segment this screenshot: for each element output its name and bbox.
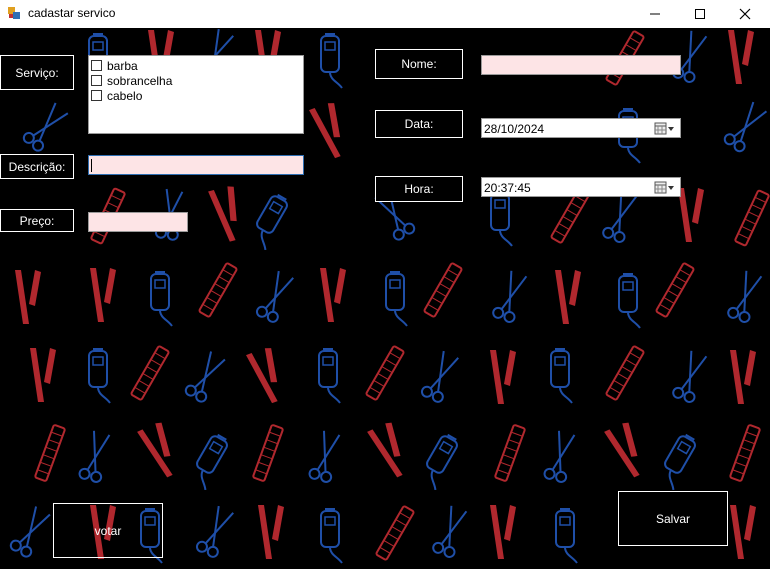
servico-label: Serviço: <box>0 55 74 90</box>
calendar-dropdown-icon[interactable] <box>654 181 676 194</box>
calendar-dropdown-icon[interactable] <box>654 122 676 135</box>
checkbox-sobrancelha[interactable] <box>91 75 102 86</box>
title-bar: cadastar servico <box>0 0 770 28</box>
servico-checklist[interactable]: barba sobrancelha cabelo <box>88 55 304 134</box>
data-picker[interactable]: 28/10/2024 <box>481 118 681 138</box>
window-title: cadastar servico <box>28 6 116 20</box>
checkbox-barba[interactable] <box>91 60 102 71</box>
maximize-icon <box>695 9 705 19</box>
data-label: Data: <box>375 110 463 138</box>
hora-value: 20:37:45 <box>484 181 531 195</box>
text-caret <box>91 159 92 172</box>
servico-option-barba[interactable]: barba <box>91 58 138 73</box>
app-form-icon <box>8 7 20 19</box>
hora-label: Hora: <box>375 176 463 202</box>
option-label: sobrancelha <box>107 73 173 88</box>
minimize-button[interactable] <box>632 0 678 28</box>
hora-picker[interactable]: 20:37:45 <box>481 177 681 197</box>
servico-option-sobrancelha[interactable]: sobrancelha <box>91 73 172 88</box>
close-button[interactable] <box>722 0 768 28</box>
servico-option-cabelo[interactable]: cabelo <box>91 88 142 103</box>
data-value: 28/10/2024 <box>484 122 545 136</box>
nome-input[interactable] <box>481 55 681 75</box>
preco-input[interactable] <box>88 212 188 232</box>
minimize-icon <box>650 13 660 15</box>
close-icon <box>739 8 751 20</box>
checkbox-cabelo[interactable] <box>91 90 102 101</box>
option-label: cabelo <box>107 88 143 103</box>
descricao-input[interactable] <box>88 155 304 175</box>
voltar-button[interactable]: votar <box>53 503 163 558</box>
option-label: barba <box>107 58 138 73</box>
app-window: cadastar servico Serviço: barba sobrance… <box>0 0 770 569</box>
preco-label: Preço: <box>0 209 74 232</box>
descricao-label: Descrição: <box>0 154 74 179</box>
maximize-button[interactable] <box>677 0 723 28</box>
salvar-button[interactable]: Salvar <box>618 491 728 546</box>
nome-label: Nome: <box>375 49 463 79</box>
